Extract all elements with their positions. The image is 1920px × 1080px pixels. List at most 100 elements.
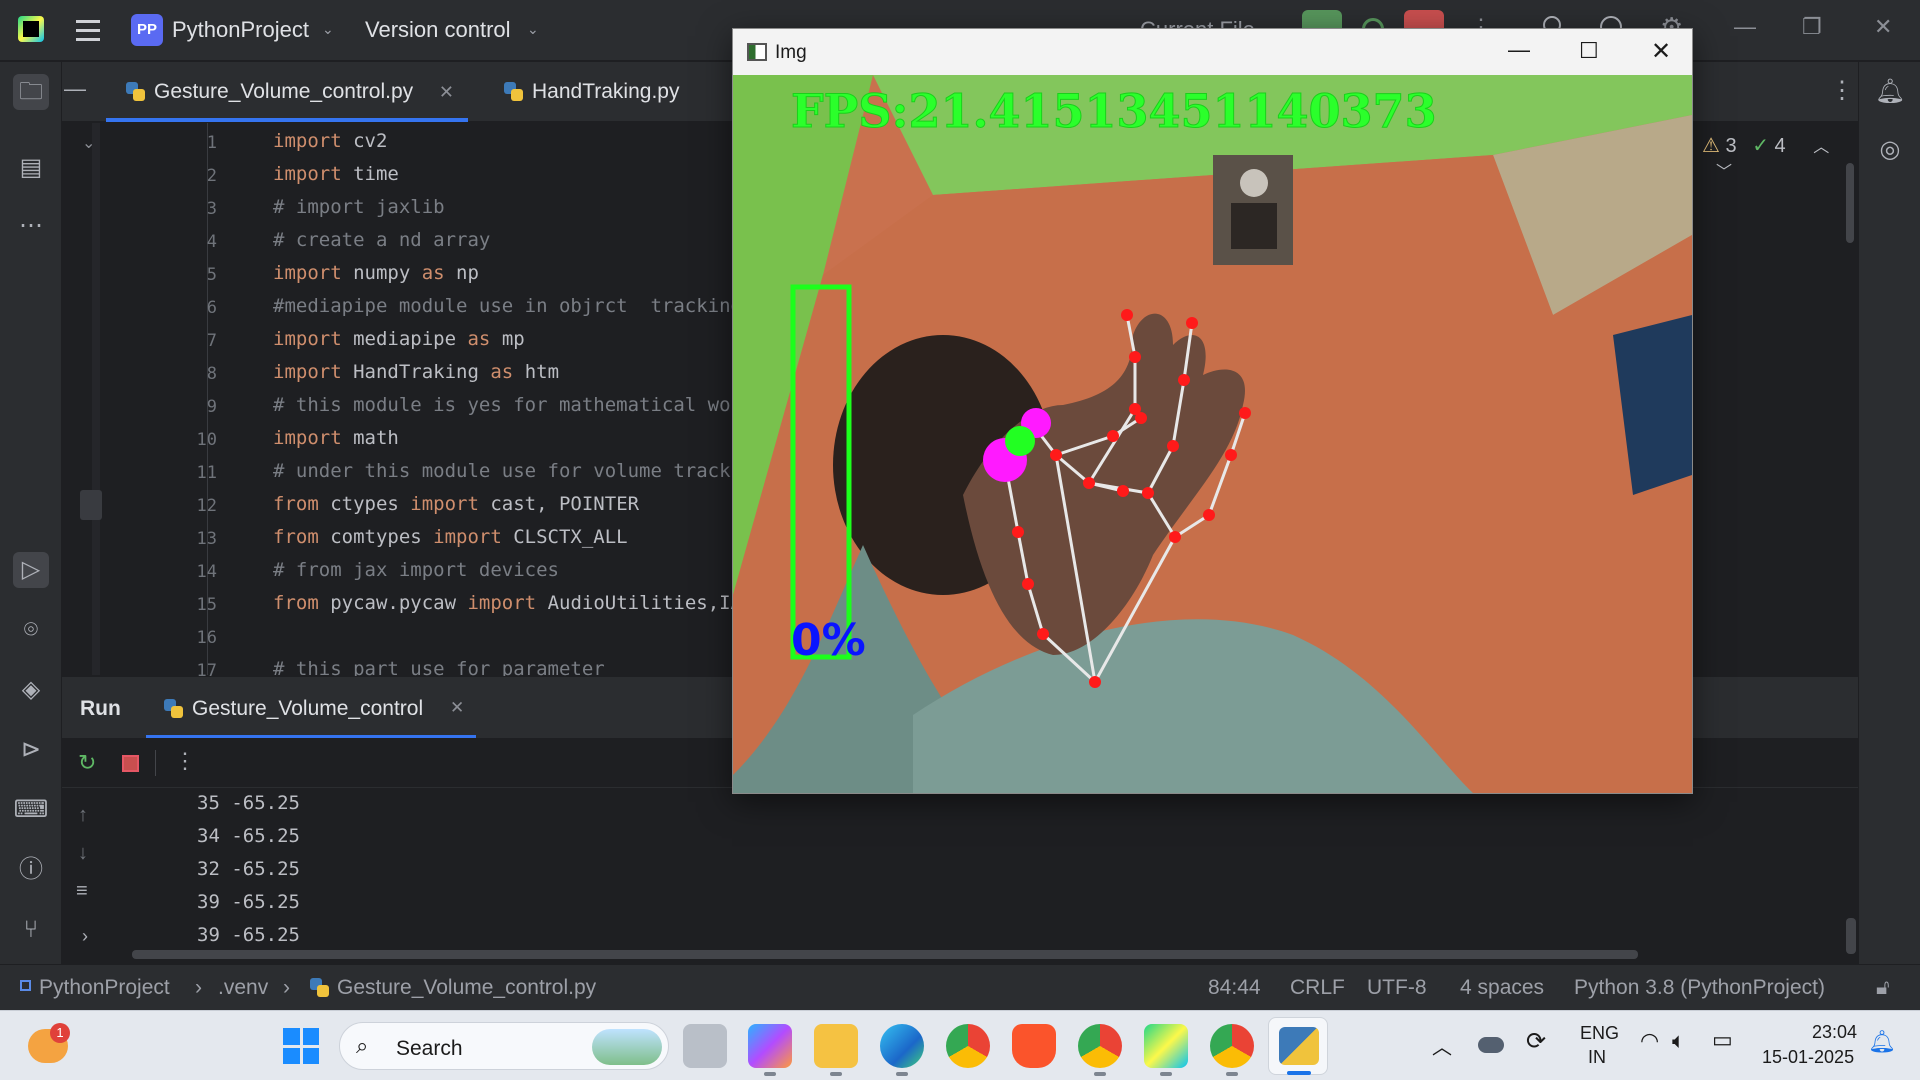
status-bar: PythonProject › .venv › Gesture_Volume_c… <box>0 964 1920 1010</box>
layers-icon[interactable]: ◈ <box>13 672 49 708</box>
pycharm-taskbar-icon[interactable] <box>1144 1024 1188 1076</box>
close-tab-icon[interactable]: ✕ <box>439 62 454 122</box>
python-interpreter[interactable]: Python 3.8 (PythonProject) <box>1574 976 1825 1000</box>
run-config-tab[interactable]: Gesture_Volume_control ✕ <box>146 677 476 739</box>
python-console-icon[interactable]: ⌾ <box>13 612 49 648</box>
chrome-profile-icon[interactable] <box>1078 1024 1122 1076</box>
more-tools-icon[interactable]: ⋯ <box>13 208 49 244</box>
indent-setting[interactable]: 4 spaces <box>1460 976 1544 1000</box>
code-line[interactable]: from ctypes import cast, POINTER <box>273 493 639 515</box>
tab-handtraking[interactable]: HandTraking.py <box>484 62 714 122</box>
code-line[interactable]: import math <box>273 427 399 449</box>
stop-icon[interactable] <box>122 755 139 772</box>
code-line[interactable]: from pycaw.pycaw import AudioUtilities,I… <box>273 592 776 614</box>
pycharm-logo-icon[interactable] <box>18 16 44 42</box>
run-more-icon[interactable]: ⋮ <box>174 748 196 774</box>
problems-icon[interactable]: ⓘ <box>13 852 49 888</box>
next-highlight-icon[interactable]: ﹀ <box>1716 164 1732 181</box>
code-line[interactable]: from comtypes import CLSCTX_ALL <box>273 526 628 548</box>
file-explorer-icon[interactable] <box>814 1024 858 1076</box>
copilot-icon[interactable] <box>748 1024 792 1076</box>
file-encoding[interactable]: UTF-8 <box>1367 976 1427 1000</box>
clock-time[interactable]: 23:04 <box>1812 1022 1857 1043</box>
line-separator[interactable]: CRLF <box>1290 976 1345 1000</box>
tabs-more-icon[interactable]: ⋮ <box>1830 76 1854 105</box>
code-line[interactable]: # under this module use for volume track… <box>273 460 776 482</box>
chevron-down-icon[interactable]: ⌄ <box>322 21 334 38</box>
run-tab-label[interactable]: Run <box>80 697 121 721</box>
restore-icon[interactable]: ❐ <box>1802 14 1822 40</box>
img-maximize-icon[interactable]: ☐ <box>1579 38 1599 64</box>
python-app-icon <box>1279 1027 1319 1065</box>
onedrive-icon[interactable] <box>1478 1037 1504 1053</box>
chrome-icon[interactable] <box>946 1024 990 1068</box>
code-line[interactable]: import mediapipe as mp <box>273 328 525 350</box>
volume-icon[interactable]: 🔈︎ <box>1672 1028 1685 1054</box>
breadcrumb-project[interactable]: PythonProject <box>39 976 170 1000</box>
ai-assistant-icon[interactable]: ◎ <box>1872 132 1908 168</box>
inspection-widget[interactable]: ⚠ 3 ✓ 4 ︿ ﹀ <box>1702 133 1858 183</box>
console-line: 39 -65.25 <box>197 924 300 946</box>
code-line[interactable]: import numpy as np <box>273 262 479 284</box>
minimize-icon[interactable]: — <box>1734 14 1756 40</box>
chrome-profile-2-icon[interactable] <box>1210 1024 1254 1076</box>
project-folder-icon[interactable]: 🗀 <box>13 74 49 110</box>
img-window[interactable]: Img — ☐ ✕ FPS:21.41513451140373 0% <box>732 28 1693 794</box>
caret-position[interactable]: 84:44 <box>1208 976 1261 1000</box>
run-tool-icon[interactable]: ▷ <box>13 552 49 588</box>
img-minimize-icon[interactable]: — <box>1508 37 1530 63</box>
structure-icon[interactable]: ▤ <box>13 150 49 186</box>
main-menu-icon[interactable] <box>76 18 100 42</box>
terminal-icon[interactable]: ⌨ <box>13 792 49 828</box>
horizontal-scrollbar[interactable] <box>132 950 1638 959</box>
start-windows-icon[interactable] <box>283 1028 319 1064</box>
scroll-down-icon[interactable]: ↓ <box>78 842 88 865</box>
project-badge[interactable]: PP <box>131 14 163 46</box>
notification-bell-icon[interactable]: 🔔︎ <box>1868 1029 1896 1055</box>
language-top[interactable]: ENG <box>1580 1023 1619 1044</box>
breadcrumb-file[interactable]: Gesture_Volume_control.py <box>337 976 596 1000</box>
prev-highlight-icon[interactable]: ︿ <box>1813 139 1829 156</box>
close-icon[interactable]: ✕ <box>1874 14 1892 40</box>
lock-icon[interactable]: 🔓︎ <box>1876 976 1890 1000</box>
console-vscrollbar[interactable] <box>1846 918 1856 954</box>
battery-icon[interactable]: ▭ <box>1712 1027 1733 1053</box>
code-token: mediapipe <box>341 328 468 350</box>
code-line[interactable]: #mediapipe module use in objrct tracking… <box>273 295 776 317</box>
code-line[interactable]: import HandTraking as htm <box>273 361 559 383</box>
chevron-down-icon[interactable]: ⌄ <box>527 21 539 38</box>
code-line[interactable]: # import jaxlib <box>273 196 445 218</box>
vertical-scrollbar[interactable] <box>1846 163 1854 243</box>
notifications-bell-icon[interactable]: 🔔︎ <box>1872 74 1908 110</box>
git-icon[interactable]: ⑂ <box>13 912 49 948</box>
brave-icon[interactable] <box>1012 1024 1056 1068</box>
clock-date[interactable]: 15-01-2025 <box>1762 1047 1854 1068</box>
img-window-titlebar[interactable]: Img — ☐ ✕ <box>733 29 1692 75</box>
scroll-up-icon[interactable]: ↑ <box>78 804 88 827</box>
collapse-icon[interactable]: — <box>64 76 86 102</box>
edge-icon[interactable] <box>880 1024 924 1076</box>
python-app-active[interactable] <box>1268 1017 1328 1075</box>
taskbar-search[interactable]: ⌕ Search <box>339 1022 669 1070</box>
wifi-icon[interactable]: ◠ <box>1640 1028 1659 1054</box>
soft-wrap-icon[interactable]: ≡ <box>76 880 88 903</box>
img-close-icon[interactable]: ✕ <box>1651 37 1671 66</box>
rerun-icon[interactable]: ↻ <box>78 750 96 776</box>
code-token: # import jaxlib <box>273 196 445 218</box>
code-line[interactable]: # from jax import devices <box>273 559 559 581</box>
breadcrumb-venv[interactable]: .venv <box>218 976 268 1000</box>
version-control-menu[interactable]: Version control <box>365 17 511 43</box>
language-bottom[interactable]: IN <box>1588 1047 1606 1068</box>
sync-icon[interactable]: ⟳ <box>1526 1027 1546 1056</box>
tab-gesture-volume-control[interactable]: Gesture_Volume_control.py ✕ <box>106 62 468 122</box>
close-run-tab-icon[interactable]: ✕ <box>450 698 464 718</box>
expand-icon[interactable]: › <box>82 926 88 947</box>
code-line[interactable]: # create a nd array <box>273 229 490 251</box>
show-hidden-icons[interactable]: ︿ <box>1432 1031 1452 1060</box>
task-view-icon[interactable] <box>683 1024 727 1068</box>
code-line[interactable]: import cv2 <box>273 130 387 152</box>
code-line[interactable]: import time <box>273 163 399 185</box>
code-line[interactable]: # this module is yes for mathematical wo… <box>273 394 753 416</box>
services-icon[interactable]: ⊳ <box>13 732 49 768</box>
project-name[interactable]: PythonProject <box>172 17 309 43</box>
